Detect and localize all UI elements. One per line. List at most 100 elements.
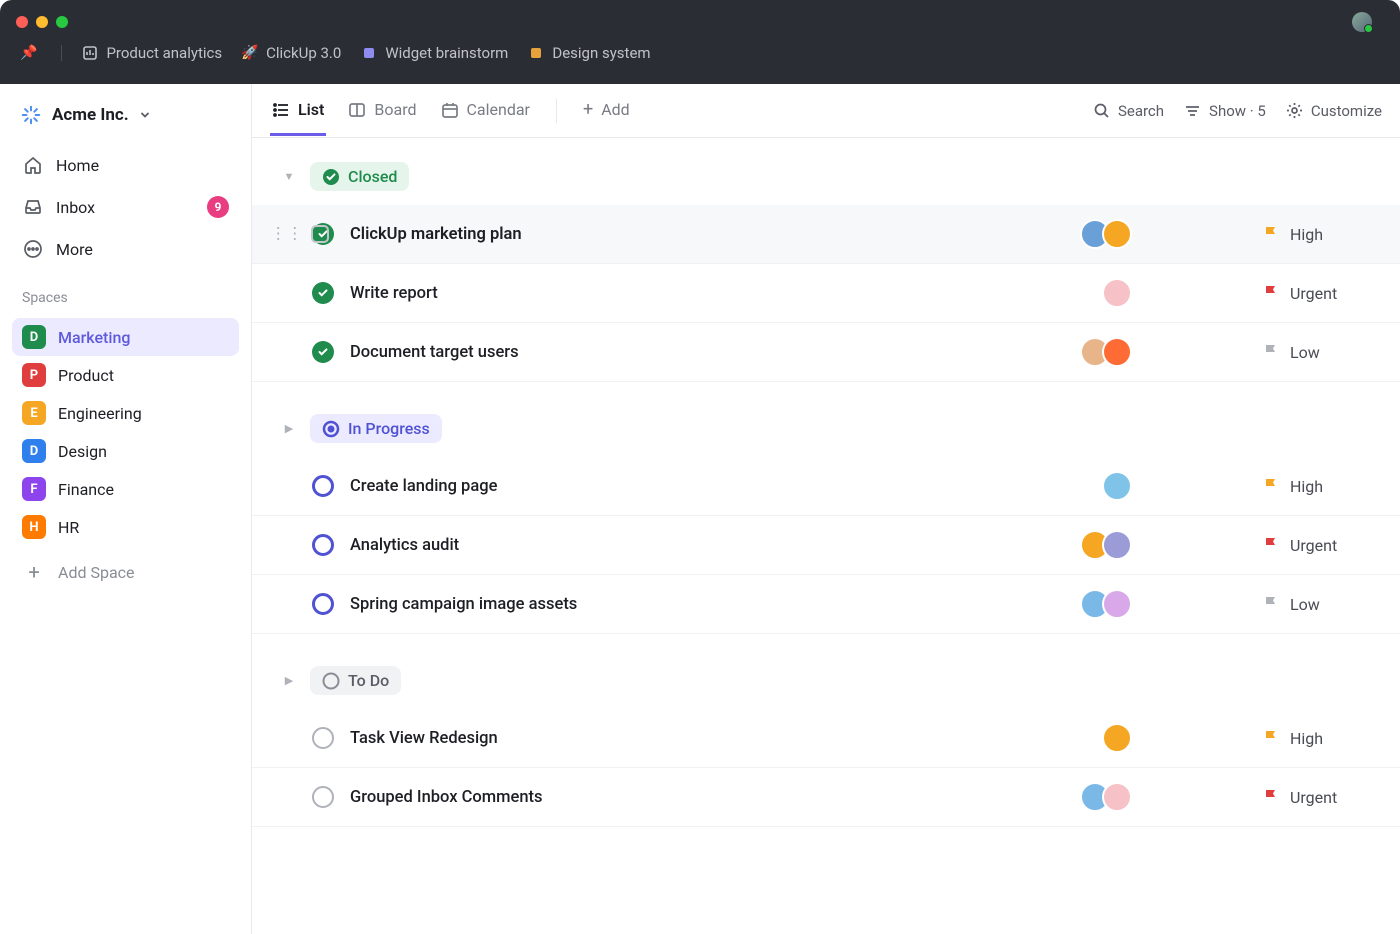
task-status-icon[interactable] <box>312 282 334 304</box>
close-window[interactable] <box>16 16 28 28</box>
task-row[interactable]: Grouped Inbox Comments Urgent <box>252 768 1400 827</box>
group-header: ▶ To Do <box>252 662 1400 709</box>
assignee-avatar[interactable] <box>1102 723 1132 753</box>
view-tab-list[interactable]: List <box>270 86 326 136</box>
user-avatar[interactable] <box>1352 12 1372 32</box>
search-button[interactable]: Search <box>1093 102 1164 120</box>
assignee-avatar[interactable] <box>1102 530 1132 560</box>
pinned-tab[interactable]: Widget brainstorm <box>361 44 508 62</box>
assignee-list <box>1080 219 1132 249</box>
assignee-avatar[interactable] <box>1102 278 1132 308</box>
view-tab-label: Calendar <box>467 100 530 119</box>
priority-cell[interactable]: High <box>1262 729 1372 748</box>
flag-icon <box>1262 788 1280 806</box>
assignee-list <box>1080 337 1132 367</box>
status-icon <box>322 420 340 438</box>
task-title: Spring campaign image assets <box>350 595 1080 614</box>
sidebar-space-item[interactable]: PProduct <box>12 356 239 394</box>
customize-label: Customize <box>1311 102 1382 120</box>
priority-cell[interactable]: High <box>1262 225 1372 244</box>
collapse-toggle[interactable]: ▶ <box>280 674 298 687</box>
pinned-tab[interactable]: Product analytics <box>82 44 222 62</box>
spaces-heading: Spaces <box>12 272 239 314</box>
collapse-toggle[interactable]: ▶ <box>280 422 298 435</box>
sidebar-space-item[interactable]: EEngineering <box>12 394 239 432</box>
pinned-tabs: 📌 Product analytics 🚀 ClickUp 3.0 Widget… <box>0 44 1400 74</box>
task-title: Task View Redesign <box>350 729 1102 748</box>
add-view-button[interactable]: + Add <box>581 85 632 137</box>
task-status-icon[interactable] <box>312 534 334 556</box>
task-status-icon[interactable] <box>312 786 334 808</box>
maximize-window[interactable] <box>56 16 68 28</box>
status-pill[interactable]: To Do <box>310 666 401 695</box>
view-tab-board[interactable]: Board <box>346 86 418 136</box>
show-button[interactable]: Show · 5 <box>1184 102 1266 120</box>
plus-icon: + <box>583 99 593 120</box>
priority-cell[interactable]: Low <box>1262 343 1372 362</box>
filter-icon <box>1184 102 1201 119</box>
main-panel: List Board Calendar + Add <box>252 84 1400 934</box>
space-label: HR <box>58 518 79 537</box>
tab-label: Design system <box>552 44 650 62</box>
assignee-avatar[interactable] <box>1102 471 1132 501</box>
plus-icon: + <box>22 560 46 584</box>
task-status-icon[interactable] <box>312 475 334 497</box>
priority-cell[interactable]: Urgent <box>1262 284 1372 303</box>
group-header: ▶ In Progress <box>252 410 1400 457</box>
task-row[interactable]: Task View Redesign High <box>252 709 1400 768</box>
priority-label: Urgent <box>1290 536 1337 555</box>
pinned-tab[interactable]: 🚀 ClickUp 3.0 <box>242 44 341 62</box>
priority-cell[interactable]: High <box>1262 477 1372 496</box>
status-label: Closed <box>348 167 397 186</box>
task-status-icon[interactable] <box>312 593 334 615</box>
task-row[interactable]: ⋮⋮ ClickUp marketing plan High <box>252 205 1400 264</box>
titlebar: 📌 Product analytics 🚀 ClickUp 3.0 Widget… <box>0 0 1400 84</box>
task-row[interactable]: Document target users Low <box>252 323 1400 382</box>
task-checkbox[interactable] <box>311 225 329 243</box>
nav-home[interactable]: Home <box>12 146 239 184</box>
task-status-icon[interactable] <box>312 727 334 749</box>
status-icon <box>322 168 340 186</box>
space-letter-icon: P <box>22 363 46 387</box>
assignee-list <box>1080 782 1132 812</box>
assignee-avatar[interactable] <box>1102 219 1132 249</box>
task-row[interactable]: Spring campaign image assets Low <box>252 575 1400 634</box>
nav-more[interactable]: More <box>12 230 239 268</box>
home-icon <box>22 154 44 176</box>
sidebar-space-item[interactable]: DMarketing <box>12 318 239 356</box>
add-space-button[interactable]: + Add Space <box>12 550 239 594</box>
assignee-list <box>1102 723 1132 753</box>
status-pill[interactable]: Closed <box>310 162 409 191</box>
assignee-avatar[interactable] <box>1102 782 1132 812</box>
space-letter-icon: D <box>22 439 46 463</box>
task-status-icon[interactable] <box>312 341 334 363</box>
collapse-toggle[interactable]: ▼ <box>280 170 298 183</box>
sidebar: Acme Inc. Home Inbox 9 More Spaces DMark… <box>0 84 252 934</box>
task-row[interactable]: Write report Urgent <box>252 264 1400 323</box>
priority-cell[interactable]: Urgent <box>1262 788 1372 807</box>
sidebar-space-item[interactable]: HHR <box>12 508 239 546</box>
priority-label: High <box>1290 225 1323 244</box>
assignee-avatar[interactable] <box>1102 589 1132 619</box>
drag-handle-icon[interactable]: ⋮⋮ <box>270 224 303 244</box>
show-label: Show · 5 <box>1209 102 1266 120</box>
task-row[interactable]: Create landing page High <box>252 457 1400 516</box>
status-pill[interactable]: In Progress <box>310 414 442 443</box>
workspace-switcher[interactable]: Acme Inc. <box>12 98 239 142</box>
customize-button[interactable]: Customize <box>1286 102 1382 120</box>
assignee-avatar[interactable] <box>1102 337 1132 367</box>
sidebar-space-item[interactable]: FFinance <box>12 470 239 508</box>
pinned-tab[interactable]: Design system <box>528 44 650 62</box>
tab-label: ClickUp 3.0 <box>266 44 341 62</box>
rocket-icon: 🚀 <box>242 45 258 61</box>
priority-label: Low <box>1290 595 1320 614</box>
view-tab-calendar[interactable]: Calendar <box>439 86 532 136</box>
minimize-window[interactable] <box>36 16 48 28</box>
nav-inbox[interactable]: Inbox 9 <box>12 188 239 226</box>
sidebar-space-item[interactable]: DDesign <box>12 432 239 470</box>
priority-cell[interactable]: Urgent <box>1262 536 1372 555</box>
priority-label: Urgent <box>1290 284 1337 303</box>
gear-icon <box>1286 102 1303 119</box>
task-row[interactable]: Analytics audit Urgent <box>252 516 1400 575</box>
priority-cell[interactable]: Low <box>1262 595 1372 614</box>
